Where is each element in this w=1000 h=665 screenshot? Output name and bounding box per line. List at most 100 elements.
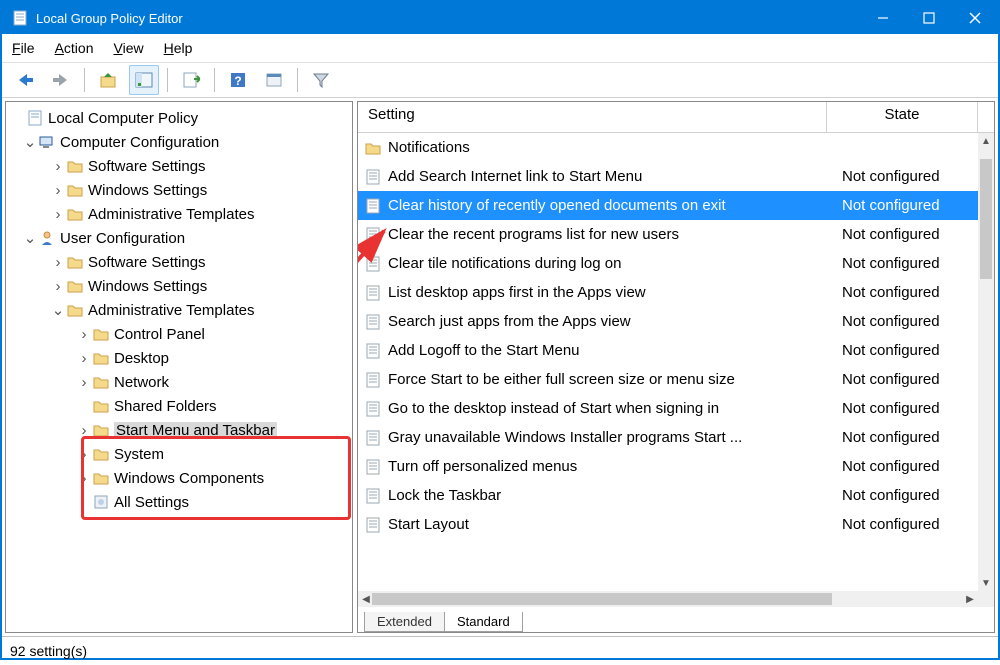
setting-row[interactable]: Lock the TaskbarNot configured	[358, 481, 978, 510]
tree-root[interactable]: Local Computer Policy	[48, 110, 198, 127]
tree-item[interactable]: All Settings	[114, 494, 189, 511]
setting-state: Not configured	[842, 458, 978, 475]
policy-icon	[364, 429, 382, 447]
collapse-icon[interactable]: ›	[76, 422, 92, 439]
tree-item[interactable]: Windows Components	[114, 470, 264, 487]
tree-item[interactable]: Software Settings	[88, 158, 206, 175]
setting-state: Not configured	[842, 342, 978, 359]
collapse-icon[interactable]: ›	[50, 254, 66, 271]
collapse-icon[interactable]: ›	[76, 446, 92, 463]
minimize-button[interactable]	[860, 2, 906, 34]
toolbar-separator	[214, 68, 215, 92]
setting-row[interactable]: Clear history of recently opened documen…	[358, 191, 978, 220]
tree-start-menu-taskbar[interactable]: Start Menu and Taskbar	[114, 422, 277, 439]
collapse-icon[interactable]: ›	[76, 326, 92, 343]
policy-icon	[364, 197, 382, 215]
setting-row[interactable]: Turn off personalized menusNot configure…	[358, 452, 978, 481]
setting-name: Search just apps from the Apps view	[388, 313, 842, 330]
collapse-icon[interactable]: ›	[76, 350, 92, 367]
column-state[interactable]: State	[827, 102, 977, 132]
close-button[interactable]	[952, 2, 998, 34]
column-setting[interactable]: Setting	[358, 102, 827, 132]
svg-text:?: ?	[234, 74, 241, 88]
setting-row[interactable]: Force Start to be either full screen siz…	[358, 365, 978, 394]
menu-action[interactable]: Action	[55, 40, 94, 56]
back-button[interactable]	[10, 65, 40, 95]
folder-icon	[66, 205, 84, 223]
tab-standard[interactable]: Standard	[444, 612, 523, 632]
main-body: ▸Local Computer Policy ⌄Computer Configu…	[2, 98, 998, 636]
menu-help[interactable]: Help	[164, 40, 193, 56]
collapse-icon[interactable]: ›	[76, 374, 92, 391]
collapse-icon[interactable]: ›	[50, 206, 66, 223]
show-tree-button[interactable]	[129, 65, 159, 95]
scroll-down-arrow[interactable]: ▼	[978, 575, 994, 591]
forward-button[interactable]	[46, 65, 76, 95]
list-rows[interactable]: NotificationsAdd Search Internet link to…	[358, 133, 978, 591]
tree-item[interactable]: Shared Folders	[114, 398, 217, 415]
setting-row[interactable]: Add Search Internet link to Start MenuNo…	[358, 162, 978, 191]
expand-icon[interactable]: ⌄	[22, 133, 38, 151]
expand-icon[interactable]: ⌄	[22, 229, 38, 247]
collapse-icon[interactable]: ›	[50, 278, 66, 295]
help-button[interactable]: ?	[223, 65, 253, 95]
filter-button[interactable]	[306, 65, 336, 95]
export-button[interactable]	[176, 65, 206, 95]
setting-state: Not configured	[842, 400, 978, 417]
setting-row[interactable]: List desktop apps first in the Apps view…	[358, 278, 978, 307]
up-button[interactable]	[93, 65, 123, 95]
tree-item[interactable]: Windows Settings	[88, 278, 207, 295]
folder-icon	[92, 397, 110, 415]
folder-icon	[92, 373, 110, 391]
setting-row[interactable]: Start LayoutNot configured	[358, 510, 978, 539]
folder-icon	[66, 157, 84, 175]
setting-row[interactable]: Gray unavailable Windows Installer progr…	[358, 423, 978, 452]
collapse-icon[interactable]: ›	[76, 470, 92, 487]
tree-item[interactable]: Windows Settings	[88, 182, 207, 199]
maximize-button[interactable]	[906, 2, 952, 34]
menu-file[interactable]: File	[12, 40, 35, 56]
setting-state: Not configured	[842, 226, 978, 243]
vertical-scrollbar[interactable]: ▲ ▼	[978, 133, 994, 591]
menubar: File Action View Help	[2, 34, 998, 63]
tree-computer-config[interactable]: Computer Configuration	[60, 134, 219, 151]
folder-icon	[92, 445, 110, 463]
folder-icon	[66, 277, 84, 295]
policy-icon	[26, 109, 44, 127]
setting-row[interactable]: Clear tile notifications during log onNo…	[358, 249, 978, 278]
setting-row[interactable]: Search just apps from the Apps viewNot c…	[358, 307, 978, 336]
expand-icon[interactable]: ⌄	[50, 301, 66, 319]
scroll-thumb[interactable]	[372, 593, 832, 605]
tree-item[interactable]: Desktop	[114, 350, 169, 367]
folder-icon	[92, 349, 110, 367]
menu-view[interactable]: View	[114, 40, 144, 56]
tree-admin-templates[interactable]: Administrative Templates	[88, 302, 254, 319]
tree-item[interactable]: Control Panel	[114, 326, 205, 343]
tab-extended[interactable]: Extended	[364, 612, 445, 632]
collapse-icon[interactable]: ›	[50, 182, 66, 199]
tree-item[interactable]: Network	[114, 374, 169, 391]
setting-row[interactable]: Go to the desktop instead of Start when …	[358, 394, 978, 423]
tree-user-config[interactable]: User Configuration	[60, 230, 185, 247]
folder-icon	[92, 421, 110, 439]
tree-pane[interactable]: ▸Local Computer Policy ⌄Computer Configu…	[5, 101, 353, 633]
tree-item[interactable]: Administrative Templates	[88, 206, 254, 223]
collapse-icon[interactable]: ›	[50, 158, 66, 175]
policy-icon	[364, 168, 382, 186]
setting-row[interactable]: Clear the recent programs list for new u…	[358, 220, 978, 249]
setting-row[interactable]: Notifications	[358, 133, 978, 162]
setting-name: Add Search Internet link to Start Menu	[388, 168, 842, 185]
setting-row[interactable]: Add Logoff to the Start MenuNot configur…	[358, 336, 978, 365]
tree-item[interactable]: Software Settings	[88, 254, 206, 271]
setting-state: Not configured	[842, 516, 978, 533]
properties-button[interactable]	[259, 65, 289, 95]
scroll-up-arrow[interactable]: ▲	[978, 133, 994, 149]
scroll-thumb[interactable]	[980, 159, 992, 279]
setting-name: List desktop apps first in the Apps view	[388, 284, 842, 301]
folder-icon	[364, 139, 382, 157]
horizontal-scrollbar[interactable]: ◀ ▶	[358, 591, 978, 607]
setting-name: Lock the Taskbar	[388, 487, 842, 504]
scroll-right-arrow[interactable]: ▶	[962, 591, 978, 607]
tree-item[interactable]: System	[114, 446, 164, 463]
policy-icon	[364, 371, 382, 389]
